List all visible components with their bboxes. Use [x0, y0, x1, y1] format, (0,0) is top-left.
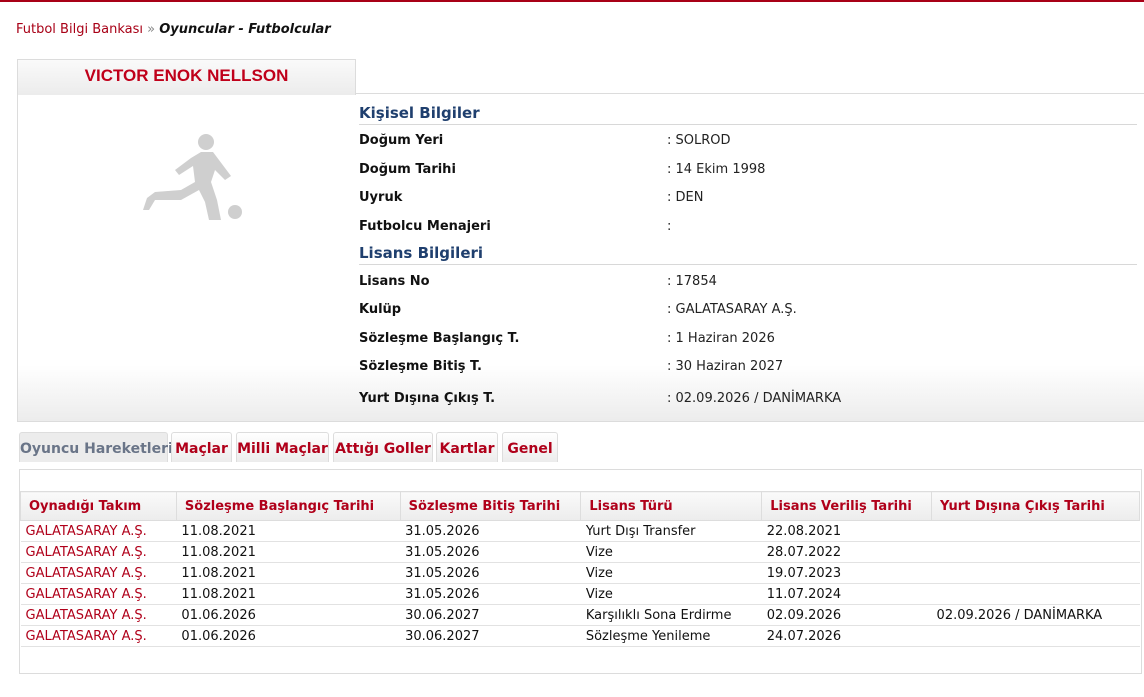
end-cell: 31.05.2026 — [400, 520, 581, 542]
abroad-exit-label: Yurt Dışına Çıkış T. — [359, 391, 496, 406]
license-date-cell: 11.07.2024 — [761, 583, 932, 605]
breadcrumb-current: Oyuncular - Futbolcular — [159, 22, 331, 37]
license-date-cell: 24.07.2026 — [761, 625, 932, 647]
birthdate-value: : 14 Ekim 1998 — [667, 162, 766, 177]
license-type-cell: Vize — [580, 562, 762, 584]
team-cell[interactable]: GALATASARAY A.Ş. — [20, 520, 177, 542]
birthplace-value: : SOLROD — [667, 133, 731, 148]
license-type-cell: Karşılıklı Sona Erdirme — [580, 604, 762, 626]
personal-info-title: Kişisel Bilgiler — [359, 104, 1137, 125]
team-cell[interactable]: GALATASARAY A.Ş. — [20, 625, 177, 647]
end-cell: 31.05.2026 — [400, 541, 581, 563]
license-type-cell: Vize — [580, 583, 762, 605]
license-date-cell: 19.07.2023 — [761, 562, 932, 584]
end-cell: 31.05.2026 — [400, 583, 581, 605]
abroad-exit-cell — [931, 520, 1140, 542]
abroad-exit-cell — [931, 625, 1140, 647]
team-cell[interactable]: GALATASARAY A.Ş. — [20, 604, 177, 626]
top-accent-line — [0, 0, 1144, 2]
table-row: GALATASARAY A.Ş. 11.08.2021 31.05.2026 V… — [20, 541, 1140, 563]
tab-goals[interactable]: Attığı Goller — [333, 432, 433, 462]
license-type-cell: Sözleşme Yenileme — [580, 625, 762, 647]
team-cell[interactable]: GALATASARAY A.Ş. — [20, 583, 177, 605]
start-cell: 01.06.2026 — [176, 625, 401, 647]
col-header-abroad-exit: Yurt Dışına Çıkış Tarihi — [931, 491, 1140, 521]
table-row: GALATASARAY A.Ş. 01.06.2026 30.06.2027 K… — [20, 604, 1140, 626]
birthplace-label: Doğum Yeri — [359, 133, 444, 148]
start-cell: 11.08.2021 — [176, 541, 401, 563]
movements-table: Oynadığı Takım Sözleşme Başlangıç Tarihi… — [20, 491, 1140, 647]
license-date-cell: 28.07.2022 — [761, 541, 932, 563]
start-cell: 11.08.2021 — [176, 562, 401, 584]
abroad-exit-cell — [931, 583, 1140, 605]
nationality-value: : DEN — [667, 190, 704, 205]
agent-label: Futbolcu Menajeri — [359, 219, 491, 234]
contract-end-value: : 30 Haziran 2027 — [667, 359, 784, 374]
table-header-row: Oynadığı Takım Sözleşme Başlangıç Tarihi… — [20, 491, 1140, 521]
player-name-tab: VICTOR ENOK NELLSON — [17, 59, 356, 95]
abroad-exit-cell — [931, 562, 1140, 584]
table-row: GALATASARAY A.Ş. 11.08.2021 31.05.2026 Y… — [20, 520, 1140, 542]
abroad-exit-cell: 02.09.2026 / DANİMARKA — [931, 604, 1140, 626]
contract-start-label: Sözleşme Başlangıç T. — [359, 331, 520, 346]
table-row: GALATASARAY A.Ş. 11.08.2021 31.05.2026 V… — [20, 583, 1140, 605]
team-cell[interactable]: GALATASARAY A.Ş. — [20, 541, 177, 563]
end-cell: 30.06.2027 — [400, 604, 581, 626]
col-header-contract-start: Sözleşme Başlangıç Tarihi — [175, 491, 401, 521]
license-date-cell: 22.08.2021 — [761, 520, 932, 542]
tab-matches[interactable]: Maçlar — [171, 432, 232, 462]
table-row: GALATASARAY A.Ş. 01.06.2026 30.06.2027 S… — [20, 625, 1140, 647]
breadcrumb-home-link[interactable]: Futbol Bilgi Bankası — [16, 22, 143, 37]
license-no-value: : 17854 — [667, 274, 717, 289]
start-cell: 11.08.2021 — [176, 583, 401, 605]
col-header-contract-end: Sözleşme Bitiş Tarihi — [399, 491, 582, 521]
contract-end-label: Sözleşme Bitiş T. — [359, 359, 482, 374]
col-header-license-type: Lisans Türü — [580, 491, 763, 521]
player-silhouette-icon — [143, 134, 242, 220]
agent-value: : — [667, 219, 672, 234]
tab-cards[interactable]: Kartlar — [436, 432, 498, 462]
breadcrumb-separator: » — [147, 22, 156, 37]
tab-general[interactable]: Genel — [502, 432, 558, 462]
start-cell: 11.08.2021 — [176, 520, 401, 542]
nationality-label: Uyruk — [359, 190, 403, 205]
end-cell: 30.06.2027 — [400, 625, 581, 647]
abroad-exit-value: : 02.09.2026 / DANİMARKA — [667, 391, 842, 406]
tab-player-movements[interactable]: Oyuncu Hareketleri — [19, 432, 173, 462]
license-info-title: Lisans Bilgileri — [359, 244, 1137, 265]
club-value: : GALATASARAY A.Ş. — [667, 302, 797, 317]
license-type-cell: Yurt Dışı Transfer — [580, 520, 762, 542]
club-label: Kulüp — [359, 302, 402, 317]
end-cell: 31.05.2026 — [400, 562, 581, 584]
start-cell: 01.06.2026 — [176, 604, 401, 626]
birthdate-label: Doğum Tarihi — [359, 162, 456, 177]
col-header-license-date: Lisans Veriliş Tarihi — [761, 491, 933, 521]
license-no-label: Lisans No — [359, 274, 430, 289]
breadcrumb: Futbol Bilgi Bankası » Oyuncular - Futbo… — [16, 22, 331, 37]
player-name: VICTOR ENOK NELLSON — [84, 66, 289, 85]
tab-national-matches[interactable]: Milli Maçlar — [236, 432, 329, 462]
panel-top-border — [354, 93, 1144, 94]
contract-start-value: : 1 Haziran 2026 — [667, 331, 775, 346]
team-cell[interactable]: GALATASARAY A.Ş. — [20, 562, 177, 584]
table-row: GALATASARAY A.Ş. 11.08.2021 31.05.2026 V… — [20, 562, 1140, 584]
license-date-cell: 02.09.2026 — [761, 604, 932, 626]
abroad-exit-cell — [931, 541, 1140, 563]
license-type-cell: Vize — [580, 541, 762, 563]
col-header-team: Oynadığı Takım — [20, 491, 177, 521]
